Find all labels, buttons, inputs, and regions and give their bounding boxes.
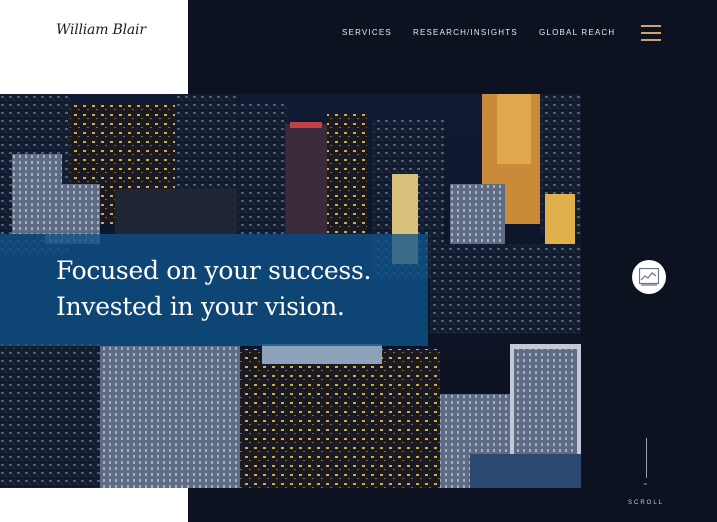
- nav-item-services[interactable]: SERVICES: [342, 28, 392, 37]
- chart-icon: [639, 268, 659, 286]
- hamburger-icon[interactable]: [641, 24, 661, 42]
- hero-headline-line2: Invested in your vision.: [56, 292, 345, 321]
- chevron-down-icon[interactable]: ⌄: [642, 478, 649, 487]
- nav-item-global-reach[interactable]: GLOBAL REACH: [539, 28, 615, 37]
- headline-overlay: [0, 234, 428, 346]
- hero-headline-line1: Focused on your success.: [56, 256, 372, 285]
- scroll-label[interactable]: SCROLL: [628, 500, 664, 506]
- logo-panel: William Blair: [0, 0, 188, 94]
- nav-item-research-insights[interactable]: RESEARCH/INSIGHTS: [413, 28, 518, 37]
- scroll-indicator-line: [646, 438, 647, 478]
- brand-logo[interactable]: William Blair: [56, 22, 146, 38]
- chart-button[interactable]: [632, 260, 666, 294]
- bottom-left-panel: [0, 488, 188, 522]
